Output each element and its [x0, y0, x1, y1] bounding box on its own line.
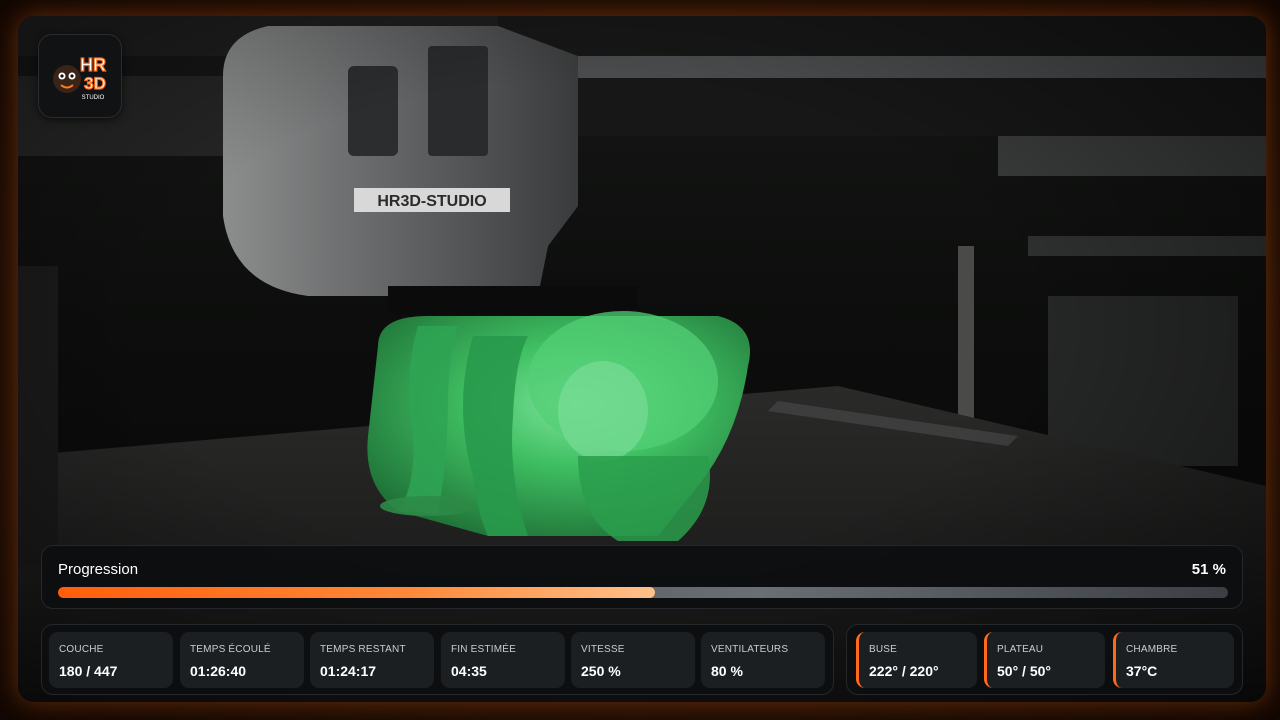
progress-percent: 51 % — [1191, 561, 1226, 578]
progress-track — [58, 587, 1228, 598]
stat-card-eta: FIN ESTIMÉE 04:35 — [441, 632, 565, 688]
frame-bar-right — [998, 136, 1266, 176]
logo-text-top: HR — [80, 55, 106, 75]
gantry-rail — [578, 56, 1266, 78]
right-panel — [1048, 296, 1238, 466]
temperatures-panel: BUSE 222° / 220° PLATEAU 50° / 50° CHAMB… — [846, 624, 1243, 695]
printer-label-text: HR3D-STUDIO — [377, 193, 486, 210]
logo-text-mid: 3D — [84, 74, 106, 93]
head-slot-right — [428, 46, 488, 156]
stat-value: 180 / 447 — [59, 663, 118, 679]
temp-label: BUSE — [869, 644, 898, 655]
stat-value: 250 % — [581, 663, 621, 679]
left-post — [18, 266, 58, 566]
stat-label: TEMPS ÉCOULÉ — [190, 644, 271, 655]
progress-panel: Progression 51 % — [41, 545, 1243, 609]
head-slot-left — [348, 66, 398, 156]
temp-label: CHAMBRE — [1126, 644, 1178, 655]
stat-value: 01:26:40 — [190, 663, 247, 679]
stat-label: TEMPS RESTANT — [320, 644, 406, 655]
progress-label: Progression — [58, 561, 139, 578]
stat-card-fans: VENTILATEURS 80 % — [701, 632, 825, 688]
logo-text-bottom: STUDIO — [82, 95, 105, 101]
brand-logo: HR 3D STUDIO — [38, 34, 122, 118]
stat-value: 01:24:17 — [320, 663, 377, 679]
temp-card-nozzle: BUSE 222° / 220° — [856, 632, 977, 688]
stat-card-elapsed: TEMPS ÉCOULÉ 01:26:40 — [180, 632, 304, 688]
stat-label: VENTILATEURS — [711, 644, 789, 655]
stat-card-speed: VITESSE 250 % — [571, 632, 695, 688]
temp-value: 222° / 220° — [869, 663, 939, 679]
temp-card-bed: PLATEAU 50° / 50° — [984, 632, 1105, 688]
stat-value: 80 % — [711, 663, 743, 679]
temp-value: 37°C — [1126, 663, 1158, 679]
print-stats-panel: COUCHE 180 / 447 TEMPS ÉCOULÉ 01:26:40 T… — [41, 624, 834, 695]
temp-card-chamber: CHAMBRE 37°C — [1113, 632, 1234, 688]
hr3d-mascot-icon: HR 3D STUDIO — [53, 54, 107, 101]
stat-card-layer: COUCHE 180 / 447 — [49, 632, 173, 688]
stat-label: COUCHE — [59, 644, 104, 655]
stat-card-remaining: TEMPS RESTANT 01:24:17 — [310, 632, 434, 688]
temp-label: PLATEAU — [997, 644, 1044, 655]
temp-value: 50° / 50° — [997, 663, 1052, 679]
frame-bar-lower — [1028, 236, 1266, 256]
stat-value: 04:35 — [451, 663, 487, 679]
progress-fill — [58, 587, 655, 598]
print-head — [223, 26, 578, 296]
printed-model — [367, 311, 750, 541]
nozzle-shadow — [388, 286, 638, 314]
app-frame: HR3D-STUDIO HR 3D STUDIO Progression 51 … — [0, 0, 1280, 720]
stat-label: FIN ESTIMÉE — [451, 644, 516, 655]
stat-label: VITESSE — [581, 644, 625, 655]
lead-screw — [958, 246, 974, 426]
